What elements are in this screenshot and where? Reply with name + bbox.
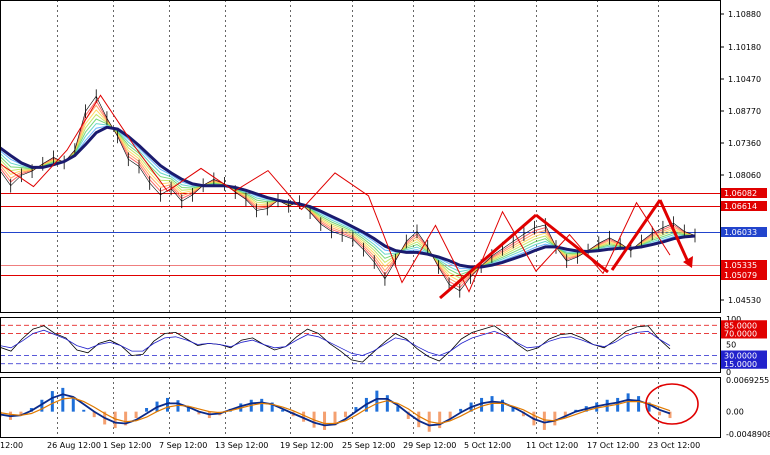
price-tag-label: 1.06033	[724, 228, 757, 237]
hist-bar	[71, 397, 75, 412]
price-tag-label: 1.05079	[724, 271, 757, 280]
hist-bar	[82, 409, 86, 412]
y-tick-label: 1.10180	[728, 43, 761, 52]
hist-bar	[50, 391, 54, 412]
hist-bar	[542, 411, 546, 430]
x-tick-label: 5 Oct 12:00	[464, 441, 511, 450]
price-tag-support: 1.05335	[721, 260, 767, 270]
x-tick-label: 13 Sep 12:00	[215, 441, 268, 450]
price-tag-support: 1.05079	[721, 270, 767, 280]
x-tick-label: 25 Sep 12:00	[342, 441, 395, 450]
osc-level-tag-label: 70.0000	[724, 330, 757, 339]
hist-bar	[637, 396, 641, 412]
price-tag-resistance: 1.06614	[721, 201, 767, 211]
hist-bar	[553, 411, 557, 426]
hist-bar	[626, 393, 630, 412]
y-tick-label: 1.04530	[728, 296, 761, 305]
x-tick-label: 1 Sep 12:00	[103, 441, 151, 450]
y-tick-label: 1.07360	[728, 139, 761, 148]
hist-bar	[480, 397, 484, 412]
x-tick-label: 17 Oct 12:00	[587, 441, 639, 450]
chart-background	[0, 0, 770, 455]
x-tick-label: 7 Sep 12:00	[159, 441, 207, 450]
hist-bar	[323, 411, 327, 430]
x-tick-label: 29 Sep 12:00	[403, 441, 456, 450]
x-tick-label: 11 Oct 12:00	[526, 441, 578, 450]
hist-bar	[658, 411, 662, 416]
price-tag-label: 1.06614	[724, 202, 757, 211]
price-tag-current: 1.06033	[721, 227, 767, 237]
x-tick-label: 12:00	[0, 441, 23, 450]
x-tick-label: 26 Aug 12:00	[47, 441, 101, 450]
y-tick-label: 1.10470	[728, 75, 761, 84]
hist-tick-label: 0.0069255	[726, 376, 769, 385]
hist-bar	[343, 411, 347, 418]
hist-bar	[166, 397, 169, 412]
y-tick-label: 1.08770	[728, 107, 761, 116]
hist-bar	[260, 398, 264, 412]
price-tag-label: 1.06082	[724, 189, 757, 198]
hist-bar	[375, 390, 379, 412]
osc-tick-label: 50	[726, 341, 736, 350]
hist-tick-label: -0.0048908	[726, 430, 770, 439]
hist-bar	[438, 411, 442, 429]
forex-chart: 12:00 26 Aug 12:00 1 Sep 12:00 7 Sep 12:00 1…	[0, 0, 770, 455]
hist-tick-label: 0.00	[726, 408, 744, 417]
hist-bar	[134, 411, 138, 419]
y-tick-label: 1.08060	[728, 171, 761, 180]
hist-bar	[145, 407, 149, 412]
hist-bar	[385, 395, 389, 412]
y-tick-label: 1.10880	[728, 10, 761, 19]
price-tag-label: 1.05335	[724, 261, 757, 270]
price-tag-resistance: 1.06082	[721, 188, 767, 198]
osc-level-tag: 70.0000	[721, 328, 767, 339]
x-tick-label: 23 Oct 12:00	[648, 441, 700, 450]
x-tick-label: 19 Sep 12:00	[280, 441, 333, 450]
